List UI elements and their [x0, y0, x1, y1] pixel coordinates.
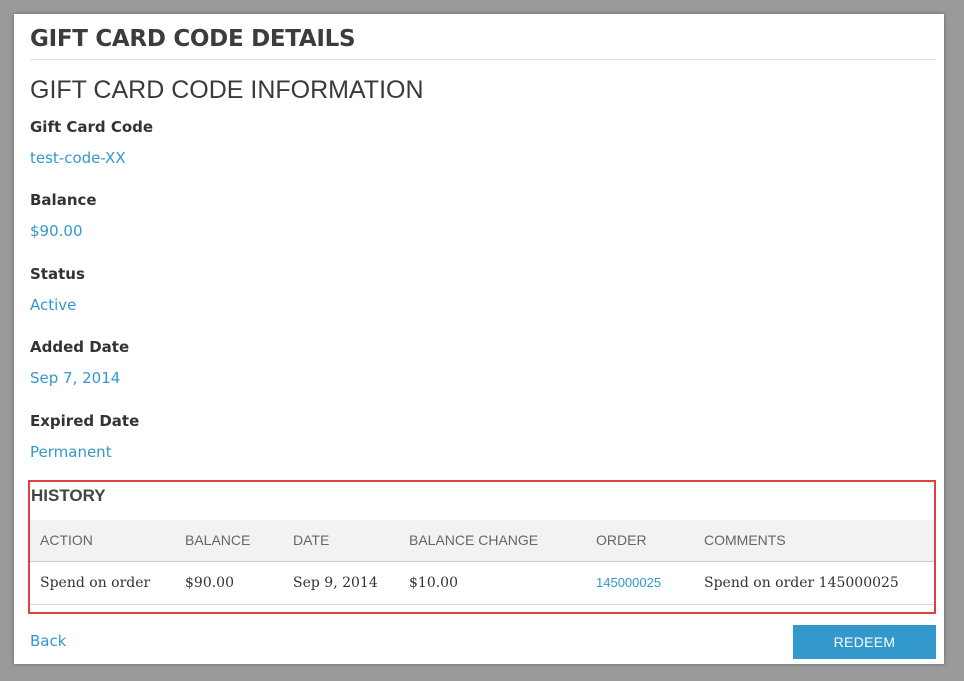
history-table: ACTION BALANCE DATE BALANCE CHANGE ORDER… [30, 520, 934, 605]
field-label: Gift Card Code [30, 118, 154, 136]
screenshot-frame: GIFT CARD CODE DETAILS GIFT CARD CODE IN… [0, 0, 964, 681]
expired-date-value: Permanent [30, 443, 112, 461]
redeem-button[interactable]: REDEEM [793, 625, 936, 659]
column-header-comments: COMMENTS [694, 520, 934, 562]
history-comments-cell: Spend on order 145000025 [694, 561, 934, 605]
history-header-row: ACTION BALANCE DATE BALANCE CHANGE ORDER… [30, 520, 934, 562]
column-header-date: DATE [283, 520, 399, 562]
gift-card-details-panel: GIFT CARD CODE DETAILS GIFT CARD CODE IN… [14, 14, 944, 664]
field-balance: Balance $90.00 [30, 191, 97, 240]
history-balance-cell: $90.00 [175, 561, 283, 605]
field-label: Status [30, 265, 85, 283]
status-value: Active [30, 296, 77, 314]
history-section: HISTORY ACTION BALANCE DATE BALANCE CHAN… [28, 480, 936, 614]
field-gift-card-code: Gift Card Code test-code-XX [30, 118, 153, 167]
order-link[interactable]: 145000025 [586, 561, 694, 605]
section-title: GIFT CARD CODE INFORMATION [30, 76, 424, 104]
history-title: HISTORY [31, 486, 106, 505]
added-date-value: Sep 7, 2014 [30, 369, 121, 387]
page-title: GIFT CARD CODE DETAILS [30, 26, 356, 52]
field-label: Added Date [30, 338, 130, 356]
field-expired-date: Expired Date Permanent [30, 412, 139, 461]
gift-card-code-value: test-code-XX [30, 149, 126, 167]
column-header-balance: BALANCE [175, 520, 283, 562]
table-row: Spend on order $90.00 Sep 9, 2014 $10.00… [30, 561, 934, 605]
back-link[interactable]: Back [30, 632, 66, 650]
field-added-date: Added Date Sep 7, 2014 [30, 338, 129, 387]
title-divider [30, 59, 936, 60]
column-header-balance-change: BALANCE CHANGE [399, 520, 586, 562]
column-header-action: ACTION [30, 520, 175, 562]
field-label: Balance [30, 191, 97, 209]
field-status: Status Active [30, 265, 85, 314]
balance-value: $90.00 [30, 222, 83, 240]
history-date-cell: Sep 9, 2014 [283, 561, 399, 605]
history-action-cell: Spend on order [30, 561, 175, 605]
history-balance-change-cell: $10.00 [399, 561, 586, 605]
column-header-order: ORDER [586, 520, 694, 562]
field-label: Expired Date [30, 412, 140, 430]
